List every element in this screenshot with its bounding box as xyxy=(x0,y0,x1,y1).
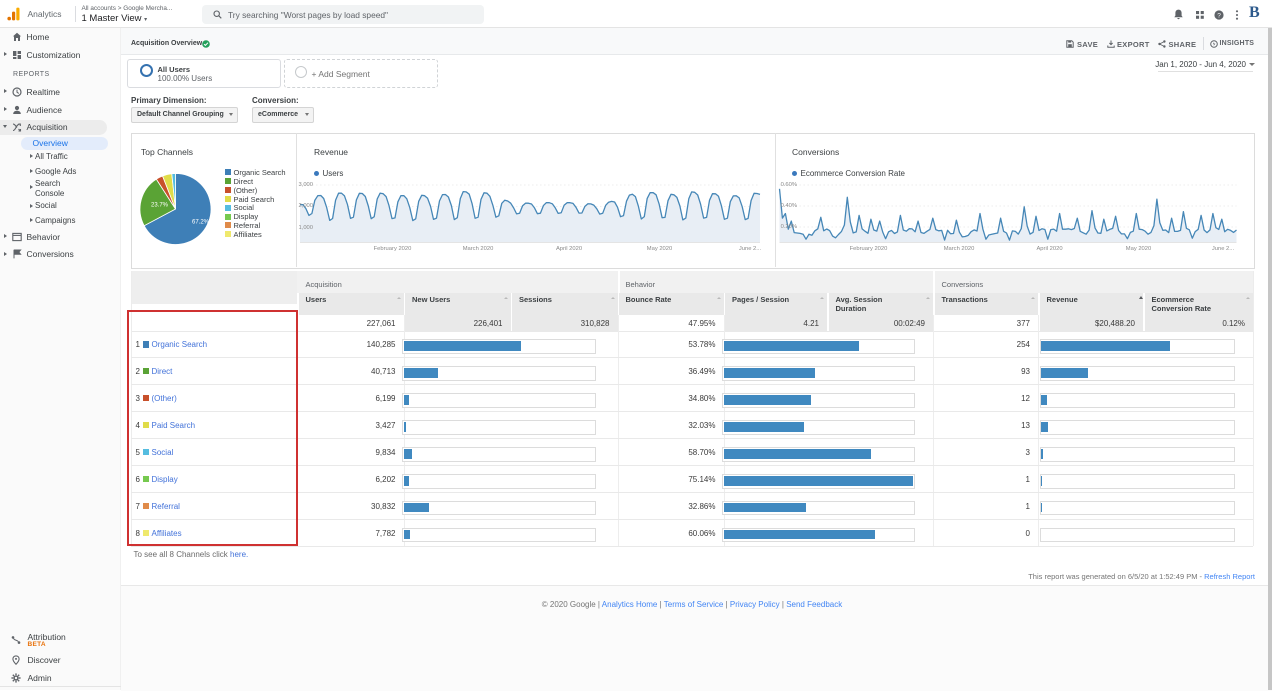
svg-text:67.2%: 67.2% xyxy=(192,220,210,226)
svg-text:23.7%: 23.7% xyxy=(151,203,169,209)
svg-text:?: ? xyxy=(1217,12,1221,19)
